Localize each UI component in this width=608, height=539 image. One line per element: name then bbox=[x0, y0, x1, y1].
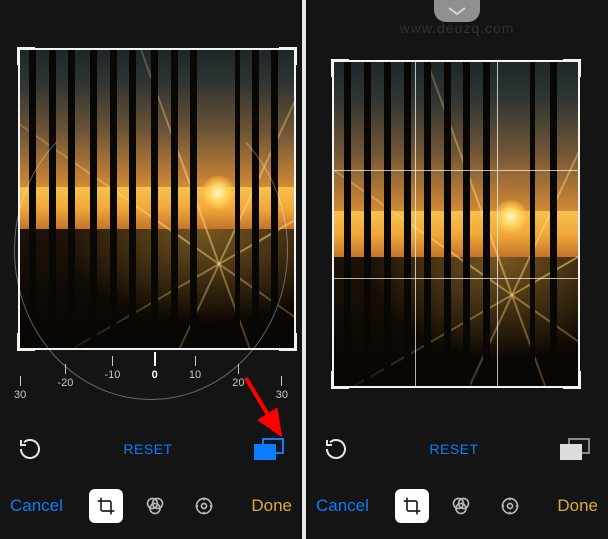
adjust-mode-icon[interactable] bbox=[187, 489, 221, 523]
photo-preview bbox=[18, 48, 296, 350]
crop-mode-icon[interactable] bbox=[395, 489, 429, 523]
rotate-ccw-icon[interactable] bbox=[18, 437, 42, 461]
filters-mode-icon[interactable] bbox=[444, 489, 478, 523]
dial-tick-center: 0 bbox=[152, 352, 158, 412]
aspect-ratio-button[interactable] bbox=[254, 438, 284, 460]
dial-tick: 10 bbox=[189, 356, 201, 416]
dial-tick: 30 bbox=[14, 376, 26, 436]
done-button[interactable]: Done bbox=[542, 496, 598, 516]
reset-button[interactable]: RESET bbox=[123, 441, 172, 457]
crop-canvas[interactable] bbox=[18, 48, 296, 350]
editor-screen-left: 30 -20 -10 0 10 20 30 RESET bbox=[0, 0, 302, 539]
watermark-text: www.deuzq.com bbox=[306, 20, 608, 36]
cancel-button[interactable]: Cancel bbox=[10, 496, 74, 516]
dial-tick: 30 bbox=[276, 376, 288, 436]
done-button[interactable]: Done bbox=[236, 496, 292, 516]
crop-toolbar: RESET bbox=[306, 437, 608, 461]
photo-preview bbox=[332, 60, 580, 388]
pull-down-tab[interactable] bbox=[434, 0, 480, 22]
cancel-button[interactable]: Cancel bbox=[316, 496, 380, 516]
adjust-mode-icon[interactable] bbox=[493, 489, 527, 523]
reset-button[interactable]: RESET bbox=[429, 441, 478, 457]
dial-tick: 20 bbox=[232, 364, 244, 424]
filters-mode-icon[interactable] bbox=[138, 489, 172, 523]
chevron-down-icon bbox=[447, 6, 467, 16]
crop-canvas[interactable] bbox=[332, 60, 580, 388]
editor-screen-right: www.deuzq.com bbox=[306, 0, 608, 539]
crop-mode-icon[interactable] bbox=[89, 489, 123, 523]
crop-toolbar: RESET bbox=[0, 437, 302, 461]
bottom-toolbar: Cancel bbox=[0, 473, 302, 539]
bottom-toolbar: Cancel bbox=[306, 473, 608, 539]
dial-tick: -20 bbox=[57, 364, 73, 424]
rotation-dial[interactable]: 30 -20 -10 0 10 20 30 bbox=[14, 346, 288, 416]
annotation-arrow bbox=[240, 372, 290, 447]
dial-tick: -10 bbox=[105, 356, 121, 416]
rotate-ccw-icon[interactable] bbox=[324, 437, 348, 461]
aspect-ratio-button[interactable] bbox=[560, 438, 590, 460]
